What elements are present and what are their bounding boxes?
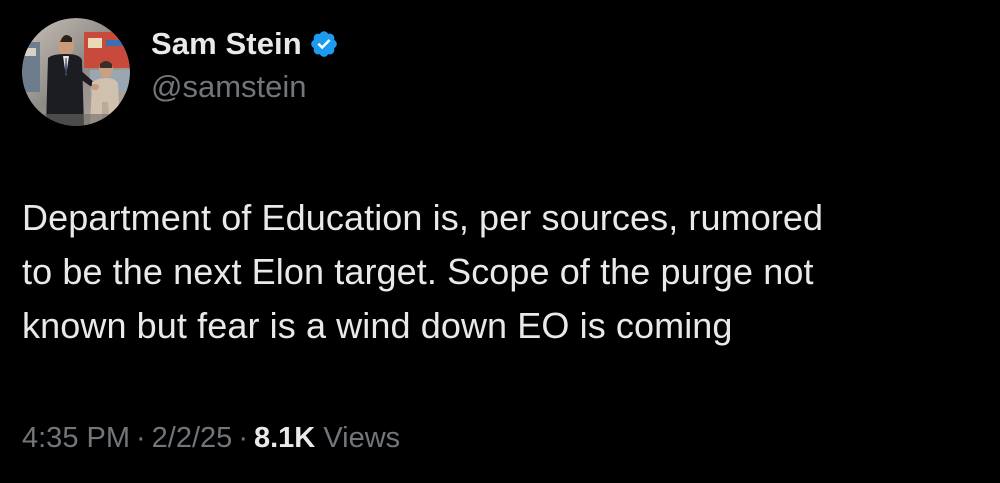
author-handle[interactable]: @samstein <box>151 67 339 107</box>
tweet-text-line: known but fear is a wind down EO is comi… <box>22 305 733 346</box>
tweet-text: Department of Education is, per sources,… <box>22 191 982 353</box>
tweet: Sam Stein @samstein Department of Educat… <box>0 0 1000 483</box>
views-label: Views <box>323 422 401 454</box>
verified-badge-icon <box>310 31 337 57</box>
name-row: Sam Stein <box>151 25 339 63</box>
tweet-header: Sam Stein @samstein <box>22 16 339 128</box>
tweet-date[interactable]: 2/2/25 <box>152 422 233 454</box>
avatar[interactable] <box>22 18 130 126</box>
views-count[interactable]: 8.1K <box>254 422 315 454</box>
tweet-text-line: to be the next Elon target. Scope of the… <box>22 251 814 292</box>
author-display-name[interactable]: Sam Stein <box>151 25 302 63</box>
tweet-time[interactable]: 4:35 PM <box>22 422 130 454</box>
tweet-text-line: Department of Education is, per sources,… <box>22 197 824 238</box>
meta-separator: · <box>136 422 146 454</box>
meta-separator: · <box>238 422 248 454</box>
tweet-meta: 4:35 PM · 2/2/25 · 8.1K Views <box>22 418 400 458</box>
author-names: Sam Stein @samstein <box>151 25 339 107</box>
